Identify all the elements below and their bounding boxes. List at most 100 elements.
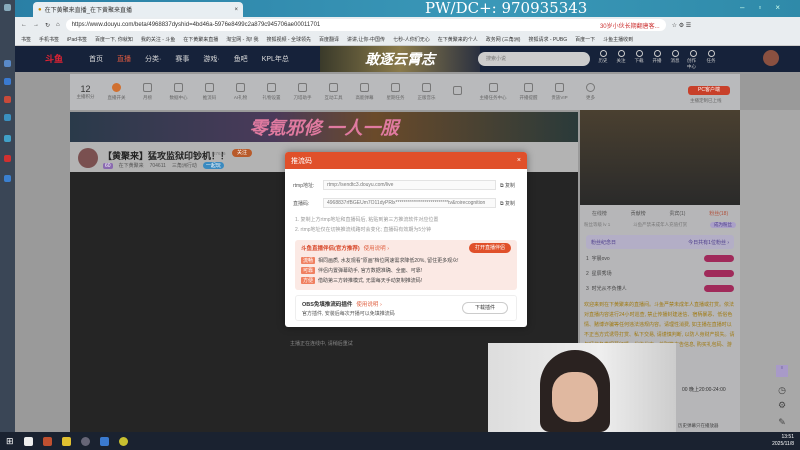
header-banner[interactable]: 敢逐云霄志 [320,46,480,72]
edit-icon[interactable]: ✎ [776,417,788,429]
bookmark[interactable]: 斗鱼主播收到 [603,36,633,43]
toolbar-item[interactable]: 数据中心 [163,83,194,101]
toolbar-item[interactable]: 主播任务中心 [473,83,513,101]
bookmark[interactable]: 手机书签 [39,36,59,43]
search-hint[interactable]: 30岁小伙长期翻唐客... [600,21,660,30]
app-icon[interactable] [23,436,33,446]
app-icon[interactable] [42,436,52,446]
side-video-ad[interactable] [580,110,740,205]
fan-list-item[interactable]: 3 时光从不负懂人 [580,281,740,296]
follow-button[interactable]: 关注 [615,50,627,70]
toolbar-item[interactable]: 月榜 [132,83,163,101]
toolbar-item[interactable]: 星期任务 [380,83,411,101]
bookmark[interactable]: iPad书签 [67,36,87,43]
copy-rtmp-button[interactable]: ⧉ 复制 [500,182,515,189]
fan-day-row[interactable]: 粉丝纪念日 今日共有1位粉丝 › [586,235,734,249]
nav-events[interactable]: 赛事 [175,54,189,64]
download-button[interactable]: 下载 [633,50,645,70]
user-avatar[interactable] [763,50,779,66]
nav-home[interactable]: 首页 [89,54,103,64]
app-icon[interactable] [4,155,11,162]
fan-day-link[interactable]: 今日共有1位粉丝 › [688,239,729,246]
app-icon[interactable] [4,96,11,103]
fan-list-item[interactable]: 1 宇晨ovo [580,251,740,266]
bookmark[interactable]: 政务网 (三角洲) [486,36,521,43]
reload-icon[interactable]: ↻ [45,22,50,29]
become-fan-button[interactable]: 成为粉丝 [709,222,736,228]
settings-icon[interactable]: ⚙ [776,400,788,412]
creator-center-button[interactable]: 创作中心 [687,50,699,70]
app-icon[interactable] [4,175,11,182]
app-icon[interactable] [99,436,109,446]
window-controls[interactable]: –▫× [740,3,794,12]
app-icon[interactable] [4,60,11,67]
key-field[interactable]: 4968837rfBGEUm7O11dyPRlx****************… [323,198,496,208]
open-companion-button[interactable]: 打开直播伴侣 [469,243,511,253]
toolbar-item[interactable]: 直播开关 [101,83,132,101]
timer-icon[interactable]: ◷ [776,385,788,397]
tab-contribution[interactable]: 贡献榜 [631,210,646,217]
bookmark[interactable]: 在下黄聚来的个人 [438,36,478,43]
tasks-button[interactable]: 任务 [705,50,717,70]
toolbar-item[interactable]: 礼物设置 [256,83,287,101]
toolbar-item[interactable]: 正版音乐 [411,83,442,101]
bookmark[interactable]: 我的关注 - 斗鱼 [141,36,175,43]
tab-vip[interactable]: 贵宾(1) [669,210,685,217]
usage-link[interactable]: 使用说明 › [356,302,381,308]
bookmark[interactable]: 百度一下 [575,36,595,43]
app-icon[interactable] [4,135,11,142]
bookmark[interactable]: 书签 [21,36,31,43]
bookmark[interactable]: 搜狐视频 - 全球领先 [267,36,311,43]
nav-live[interactable]: 直播 [117,54,131,64]
system-clock[interactable]: 13:51 2025/11/8 [772,434,794,448]
bookmark[interactable]: 搜狐请求 - PUBG [528,36,567,43]
app-icon[interactable] [118,436,128,446]
app-icon[interactable] [61,436,71,446]
floating-menu-button[interactable]: ≡ [776,365,788,377]
toolbar-score[interactable]: 12 主播积分 [70,84,101,100]
extensions-icon[interactable]: ☆ ⚙ ☰ [672,22,691,29]
toolbar-item[interactable]: 高能弹幕 [349,83,380,101]
app-icon[interactable] [4,78,11,85]
app-icon[interactable] [4,114,11,121]
ad-banner[interactable]: 零氪邪修 一人一服 [70,112,578,142]
toolbar-item[interactable]: 互动工具 [318,83,349,101]
back-icon[interactable]: ← [21,22,27,28]
tab-fans[interactable]: 粉丝(18) [709,210,728,217]
windows-start-icon[interactable]: ⊞ [6,436,14,447]
copy-key-button[interactable]: ⧉ 复制 [500,200,515,207]
category-link[interactable]: 三角洲行动 [172,162,197,169]
rtmp-field[interactable]: rtmp://sendtc3.douyu.com/live [323,180,496,190]
close-icon[interactable]: × [517,157,521,164]
browser-tab[interactable]: ● 在下黄聚来直播_在下黄聚来直播 × [33,2,243,17]
usage-link[interactable]: 使用说明 › [364,246,389,252]
close-tab-icon[interactable]: × [234,7,238,13]
nav-category[interactable]: 分类· [145,54,161,64]
bookmark[interactable]: 百度翻译 [319,36,339,43]
history-button[interactable]: 历史 [597,50,609,70]
toolbar-item[interactable] [442,86,473,98]
bookmark[interactable]: 在下黄聚来直播 [183,36,218,43]
toolbar-item[interactable]: 更多 [575,83,606,101]
nav-games[interactable]: 游戏· [203,54,219,64]
toolbar-item[interactable]: 贵族VIP [544,83,575,101]
search-input[interactable]: 搜索小说 [478,52,590,66]
fan-list-item[interactable]: 2 星辰秀场 [580,266,740,281]
toolbar-item[interactable]: 推流码 [194,83,225,101]
start-live-button[interactable]: 开播 [651,50,663,70]
forward-icon[interactable]: → [33,22,39,28]
streamer-name[interactable]: 在下黄聚来 [119,162,144,169]
nav-kpl[interactable]: KPL年总 [262,54,289,64]
toolbar-item[interactable]: 刀塔助手 [287,83,318,101]
tab-online[interactable]: 在线榜 [592,210,607,217]
app-icon[interactable] [80,436,90,446]
tag-badge[interactable]: 一起玩 [202,162,224,169]
bookmark[interactable]: 七秒-人你们无心 [393,36,430,43]
sidebar-toggle-icon[interactable] [4,4,11,11]
bookmark[interactable]: 百度一下, 你就知 [95,36,133,43]
streamer-avatar[interactable] [78,148,98,168]
follow-button[interactable]: 关注 [232,149,252,157]
douyu-logo[interactable]: 斗鱼 [45,52,75,66]
pc-client-button[interactable]: PC客户端 [688,86,730,95]
bookmark[interactable]: 讲讲,让你-中国传 [347,36,385,43]
